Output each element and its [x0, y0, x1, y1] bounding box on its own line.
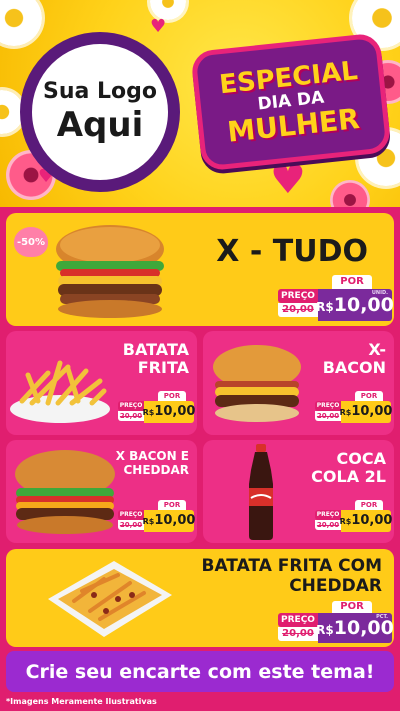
preco-label: PREÇO: [118, 401, 144, 411]
new-price: R$ 10,00: [142, 401, 196, 423]
product-name-line1: BATATA FRITA COM: [201, 556, 382, 576]
logo-placeholder: Sua Logo Aqui: [20, 32, 180, 192]
price-tag: POR PREÇO 20,00 R$ 10,00: [118, 500, 196, 532]
burger-image: [56, 225, 164, 318]
currency: R$: [142, 517, 155, 526]
old-price: 20,00: [118, 520, 144, 530]
preco-label: PREÇO: [315, 510, 341, 520]
soda-bottle-image: [249, 444, 273, 540]
preco-label: PREÇO: [315, 401, 341, 411]
flyer-page: { "header": { "logo_line1": "Sua Logo", …: [0, 0, 400, 711]
por-label: POR: [355, 391, 383, 401]
new-price-value: 10,00: [351, 404, 393, 419]
product-name-line2: CHEDDAR: [289, 575, 382, 596]
product-name-line1: COCA: [336, 449, 386, 468]
price-tag: POR PREÇO 20,00 R$ 10,00 PCT.: [278, 601, 394, 643]
daisy-flower: [0, 0, 42, 46]
disclaimer-text: *Imagens Meramente Ilustrativas: [6, 697, 157, 706]
new-price: R$ 10,00: [339, 401, 393, 423]
product-name: X- BACON: [322, 340, 386, 378]
logo-text-line1: Sua Logo: [42, 79, 157, 104]
product-card-x-bacon-cheddar[interactable]: X BACON E CHEDDAR POR PREÇO 20,00 R$ 10,…: [6, 440, 197, 543]
new-price: R$ 10,00: [339, 510, 393, 532]
new-price-value: 10,00: [154, 513, 196, 528]
product-card-coca-cola[interactable]: COCA COLA 2L POR PREÇO 20,00 R$ 10,00: [203, 440, 394, 543]
cheddar-fries-image: [48, 561, 172, 637]
product-name: BATATA FRITA: [122, 340, 189, 378]
preco-label: PREÇO: [278, 613, 318, 627]
currency: R$: [316, 623, 334, 637]
product-name-line1: X BACON E: [115, 449, 189, 463]
pink-flower: [330, 180, 370, 207]
product-name-line2: CHEDDAR: [123, 462, 190, 477]
product-name: BATATA FRITA COM CHEDDAR: [201, 556, 382, 596]
preco-label: PREÇO: [278, 289, 318, 303]
currency: R$: [316, 300, 334, 314]
burger-image: [213, 345, 301, 422]
header-banner: ♥ ♥ ♥ Sua Logo Aqui ESPECIAL DIA DA MULH…: [0, 0, 400, 207]
unit-label: UNID.: [371, 290, 388, 296]
product-name-line2: COLA 2L: [311, 467, 386, 487]
preco-label: PREÇO: [118, 510, 144, 520]
price-tag: POR PREÇO 20,00 R$ 10,00 UNID.: [278, 275, 394, 321]
discount-badge: -50%: [14, 227, 48, 257]
badge-mulher: MULHER: [225, 101, 362, 149]
logo-text-line2: Aqui: [56, 105, 144, 145]
old-price: 20,00: [278, 303, 318, 317]
old-price: 20,00: [118, 411, 144, 421]
por-label: POR: [332, 275, 372, 289]
product-name-line1: BATATA: [122, 340, 189, 359]
product-card-batata-frita[interactable]: BATATA FRITA POR PREÇO 20,00 R$ 10,00: [6, 331, 197, 435]
por-label: POR: [158, 500, 186, 510]
product-card-batata-cheddar[interactable]: BATATA FRITA COM CHEDDAR POR PREÇO 20,00…: [6, 549, 394, 647]
old-price: 20,00: [278, 627, 318, 641]
product-card-x-bacon[interactable]: X- BACON POR PREÇO 20,00 R$ 10,00: [203, 331, 394, 435]
product-name-line2: FRITA: [137, 358, 189, 378]
burger-image: [15, 450, 115, 534]
por-label: POR: [158, 391, 186, 401]
price-tag: POR PREÇO 20,00 R$ 10,00: [315, 500, 393, 532]
product-name-line1: X-: [368, 340, 386, 359]
product-name-line2: BACON: [322, 358, 386, 378]
fries-image: [10, 360, 110, 423]
currency: R$: [339, 408, 352, 417]
new-price: R$ 10,00: [142, 510, 196, 532]
por-label: POR: [355, 500, 383, 510]
unit-label: PCT.: [376, 614, 388, 620]
old-price: 20,00: [315, 411, 341, 421]
price-tag: POR PREÇO 20,00 R$ 10,00: [118, 391, 196, 423]
heart-icon: ♥: [150, 16, 167, 37]
product-name: X BACON E CHEDDAR: [115, 449, 190, 478]
cta-banner[interactable]: Crie seu encarte com este tema!: [6, 651, 394, 692]
new-price-value: 10,00: [351, 513, 393, 528]
womens-day-badge: ESPECIAL DIA DA MULHER: [190, 32, 392, 172]
new-price-value: 10,00: [154, 404, 196, 419]
currency: R$: [339, 517, 352, 526]
heart-icon: ♥: [270, 157, 306, 203]
currency: R$: [142, 408, 155, 417]
product-name: COCA COLA 2L: [311, 449, 386, 487]
product-card-x-tudo[interactable]: -50% X - TUDO POR PREÇO 20,00 R$ 10,00 U…: [6, 213, 394, 326]
por-label: POR: [332, 601, 372, 613]
old-price: 20,00: [315, 520, 341, 530]
price-tag: POR PREÇO 20,00 R$ 10,00: [315, 391, 393, 423]
product-name: X - TUDO: [216, 234, 368, 269]
